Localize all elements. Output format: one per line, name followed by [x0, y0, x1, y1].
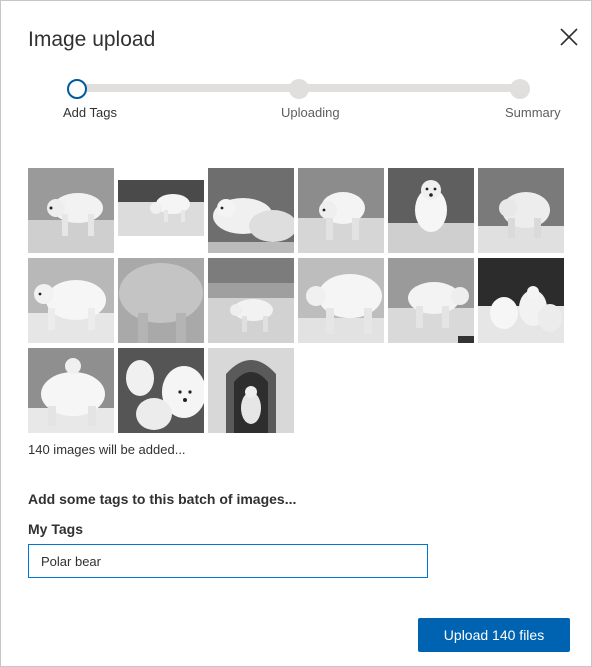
image-thumbnail	[208, 258, 294, 343]
step-label-summary: Summary	[505, 105, 561, 120]
image-thumbnail	[388, 258, 474, 343]
image-thumbnail	[208, 168, 294, 253]
image-thumbnail	[388, 168, 474, 253]
step-label-add-tags: Add Tags	[63, 105, 117, 120]
image-thumbnail	[118, 258, 204, 343]
tags-prompt: Add some tags to this batch of images...	[28, 491, 297, 507]
image-thumbnail	[28, 168, 114, 253]
image-thumbnail	[478, 258, 564, 343]
step-dot-summary	[510, 79, 530, 99]
image-thumbnail	[28, 348, 114, 433]
image-count-text: 140 images will be added...	[28, 442, 186, 457]
step-dot-add-tags	[67, 79, 87, 99]
image-thumbnail	[298, 168, 384, 253]
image-thumbnail	[298, 258, 384, 343]
image-upload-dialog: Image upload Add Tags Uploading Summary	[0, 0, 592, 667]
image-thumbnail	[118, 168, 204, 253]
progress-stepper: Add Tags Uploading Summary	[1, 1, 592, 131]
my-tags-input[interactable]	[28, 544, 428, 578]
upload-button[interactable]: Upload 140 files	[418, 618, 570, 652]
my-tags-label: My Tags	[28, 521, 83, 537]
image-thumbnail	[478, 168, 564, 253]
step-dot-uploading	[289, 79, 309, 99]
image-thumbnail	[28, 258, 114, 343]
image-thumbnail	[118, 348, 204, 433]
step-label-uploading: Uploading	[281, 105, 340, 120]
image-thumbnail	[208, 348, 294, 433]
